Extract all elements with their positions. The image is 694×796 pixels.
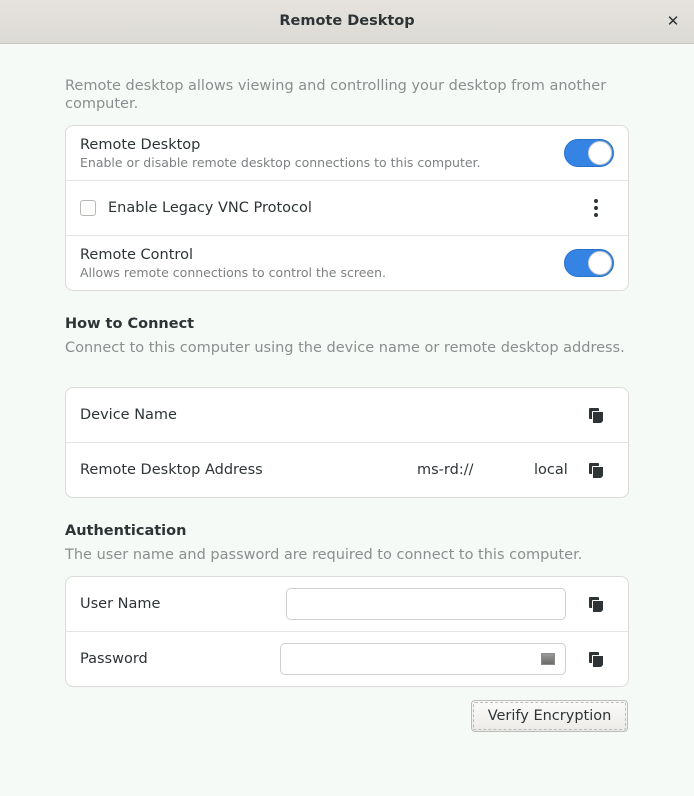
copy-icon[interactable]	[588, 463, 604, 479]
password-row: Password	[66, 632, 628, 686]
username-row: User Name	[66, 577, 628, 632]
remote-desktop-label: Remote Desktop	[80, 137, 201, 153]
remote-desktop-toggle[interactable]	[564, 139, 614, 167]
remote-control-label: Remote Control	[80, 247, 193, 263]
remote-desktop-row: Remote Desktop Enable or disable remote …	[66, 126, 628, 181]
close-icon[interactable]: ✕	[666, 12, 680, 30]
connect-card: Device Name Remote Desktop Address ms-rd…	[65, 387, 629, 498]
address-label: Remote Desktop Address	[80, 462, 263, 478]
password-label: Password	[80, 651, 148, 667]
device-name-label: Device Name	[80, 407, 177, 423]
toggle-knob	[588, 141, 612, 165]
kebab-menu-icon[interactable]	[586, 198, 606, 218]
address-row: Remote Desktop Address ms-rd:// local	[66, 443, 628, 497]
toggle-knob	[588, 251, 612, 275]
address-prefix: ms-rd://	[417, 462, 474, 478]
legacy-vnc-row: Enable Legacy VNC Protocol	[66, 181, 628, 236]
password-input[interactable]	[280, 643, 566, 675]
device-name-row: Device Name	[66, 388, 628, 443]
how-to-connect-description: Connect to this computer using the devic…	[65, 340, 625, 356]
title-bar: Remote Desktop ✕	[0, 0, 694, 44]
remote-control-toggle[interactable]	[564, 249, 614, 277]
remote-desktop-subtitle: Enable or disable remote desktop connect…	[80, 155, 481, 170]
how-to-connect-heading: How to Connect	[65, 316, 195, 332]
intro-description: Remote desktop allows viewing and contro…	[65, 78, 607, 112]
sharing-card: Remote Desktop Enable or disable remote …	[65, 125, 629, 291]
username-input[interactable]	[286, 588, 566, 620]
authentication-description: The user name and password are required …	[65, 547, 583, 563]
remote-control-row: Remote Control Allows remote connections…	[66, 236, 628, 290]
remote-control-subtitle: Allows remote connections to control the…	[80, 265, 386, 280]
copy-icon[interactable]	[588, 597, 604, 613]
legacy-vnc-label: Enable Legacy VNC Protocol	[108, 200, 312, 216]
password-peek-icon[interactable]	[541, 653, 555, 665]
address-suffix: local	[534, 462, 568, 478]
legacy-vnc-checkbox[interactable]	[80, 200, 96, 216]
window-title: Remote Desktop	[279, 13, 415, 29]
username-label: User Name	[80, 596, 161, 612]
verify-encryption-button[interactable]: Verify Encryption	[471, 700, 628, 732]
copy-icon[interactable]	[588, 408, 604, 424]
authentication-heading: Authentication	[65, 523, 187, 539]
authentication-card: User Name Password	[65, 576, 629, 687]
copy-icon[interactable]	[588, 652, 604, 668]
